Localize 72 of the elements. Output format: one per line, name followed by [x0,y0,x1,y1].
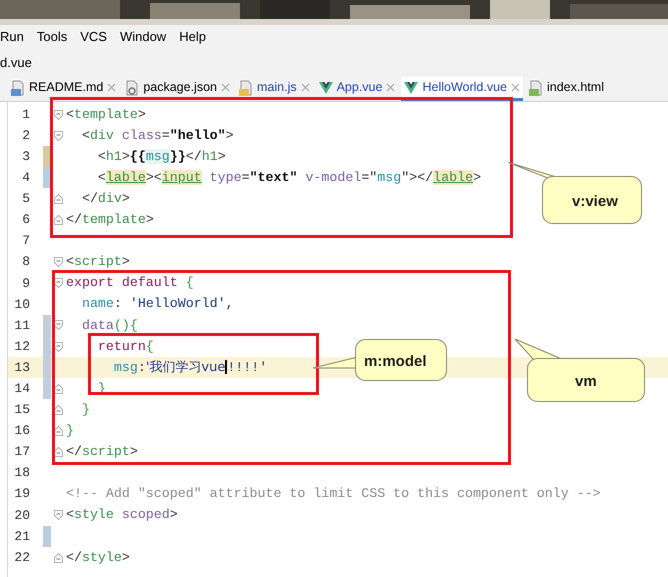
menu-item[interactable]: Window [120,27,166,47]
editor-tab[interactable]: package.json [122,77,233,101]
close-icon[interactable] [221,83,230,92]
code-line: </div> [80,190,130,208]
line-number: 6 [21,211,30,230]
code-line: <div class="hello"> [80,126,234,145]
fold-icon[interactable] [54,194,63,204]
menu-item[interactable]: Tools [36,27,68,47]
line-number: 7 [21,232,30,250]
callout-label: vm [575,372,597,392]
fold-icon[interactable] [54,510,63,520]
line-number: 5 [21,190,30,208]
line-number: 1 [21,106,30,124]
close-icon[interactable] [386,83,396,92]
close-icon[interactable] [511,83,520,92]
code-line: </template> [66,211,154,230]
code-line: return{ [96,338,154,356]
code-line: <h1>{{msg}}</h1> [96,148,226,166]
line-number: 16 [13,422,30,440]
code-line: <style scoped> [66,506,178,524]
code-line: name: 'HelloWorld', [80,295,234,314]
code-line: <template> [66,106,146,124]
code-line: <!-- Add "scoped" attribute to limit CSS to this component only --> [66,485,601,504]
line-number: 17 [13,443,30,462]
fold-icon[interactable] [54,257,63,268]
breadcrumb[interactable]: d.vue [0,52,32,72]
code-line: </style> [66,548,130,567]
line-number: 14 [13,380,30,398]
line-number: 10 [13,296,30,314]
menu-item[interactable]: VCS [80,27,107,47]
code-line: <lable><input type="text" v-model="msg"></lable> [96,168,482,187]
editor-tab[interactable]: main.js [236,77,313,101]
line-number: 8 [21,253,30,272]
editor-tab[interactable]: index.html [526,77,607,101]
line-number: 3 [21,148,30,166]
callout-label: m:model [364,352,427,372]
fold-icon[interactable] [54,215,63,226]
editor-tab[interactable]: App.vue [316,77,398,101]
line-number: 2 [21,126,30,145]
line-number: 11 [13,316,30,335]
fold-icon[interactable] [54,130,63,141]
line-number: 4 [21,169,30,188]
editor-tab[interactable]: README.md [8,77,120,101]
line-number: 21 [13,528,30,546]
menu-item[interactable]: Run [0,27,24,47]
menu-item[interactable]: Help [179,27,206,47]
callout-label: v:view [572,192,618,212]
code-line: </script> [66,443,138,462]
close-icon[interactable] [107,83,116,92]
file-icon [529,80,543,96]
line-number: 13 [13,358,30,377]
line-number: 18 [13,464,30,482]
code-line: } [66,422,74,440]
line-number: 12 [13,338,30,356]
line-number: 19 [13,485,30,504]
line-number: 20 [13,506,30,525]
fold-icon[interactable] [54,110,63,120]
fold-icon[interactable] [54,552,63,563]
line-number: 9 [21,274,30,293]
code-line: <script> [66,253,130,272]
close-icon[interactable] [300,83,310,92]
file-icon [125,80,140,96]
code-line: msg:'我们学习vue!!!!' [112,358,268,377]
vue-logo-icon [404,82,418,94]
line-number: 22 [13,548,30,567]
file-icon [11,80,25,96]
file-icon [239,80,253,96]
code-line: export default { [66,274,194,292]
line-number: 15 [13,401,30,420]
code-line: } [80,400,90,419]
vue-logo-icon [318,82,333,94]
code-line: data(){ [80,316,138,335]
